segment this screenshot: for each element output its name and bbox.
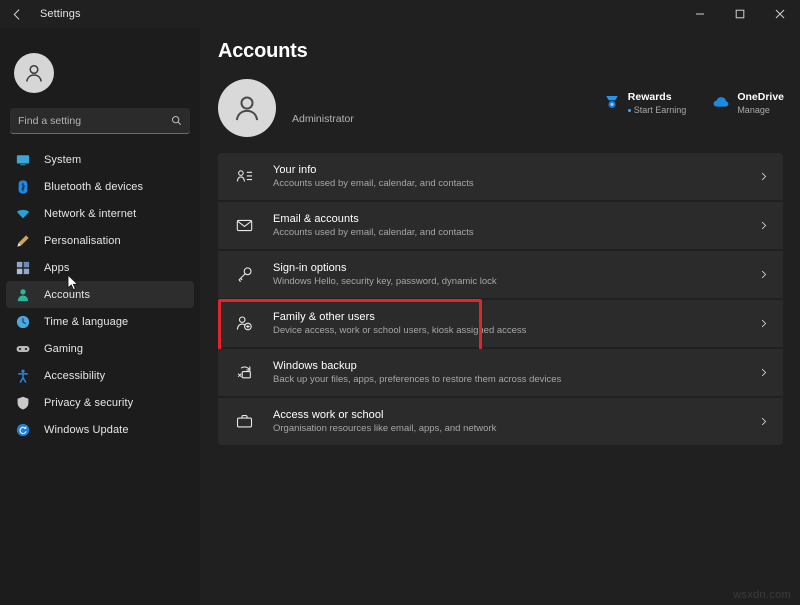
your-info-icon bbox=[233, 166, 255, 188]
page-title: Accounts bbox=[218, 40, 800, 63]
apps-grid-icon bbox=[14, 259, 32, 277]
app-title: Settings bbox=[40, 8, 81, 20]
sidebar-item-personalisation[interactable]: Personalisation bbox=[6, 227, 194, 254]
main-content: Accounts Administrator RewardsStart Earn… bbox=[200, 28, 800, 605]
header-link-title: OneDrive bbox=[737, 91, 784, 104]
person-icon bbox=[14, 286, 32, 304]
chevron-right-icon[interactable] bbox=[758, 367, 769, 378]
sidebar-item-label: Network & internet bbox=[44, 208, 136, 220]
minimize-icon[interactable] bbox=[680, 0, 720, 28]
settings-row[interactable]: Access work or schoolOrganisation resour… bbox=[218, 398, 783, 445]
sidebar-nav: System Bluetooth & devices Network & inter… bbox=[0, 146, 200, 443]
header-link-subtitle-text: Manage bbox=[737, 104, 770, 117]
sidebar-item-accounts[interactable]: Accounts bbox=[6, 281, 194, 308]
maximize-icon[interactable] bbox=[720, 0, 760, 28]
settings-row-title: Sign-in options bbox=[273, 261, 758, 275]
status-dot-icon bbox=[628, 109, 631, 112]
back-arrow-icon[interactable] bbox=[0, 0, 34, 28]
paintbrush-icon bbox=[14, 232, 32, 250]
rewards-medal-icon bbox=[603, 93, 621, 111]
settings-row-title: Windows backup bbox=[273, 359, 758, 373]
settings-row-subtitle: Accounts used by email, calendar, and co… bbox=[273, 177, 758, 190]
header-link-onedrive[interactable]: OneDriveManage bbox=[712, 91, 784, 117]
sidebar: System Bluetooth & devices Network & inter… bbox=[0, 28, 200, 605]
envelope-icon bbox=[233, 215, 255, 237]
onedrive-cloud-icon bbox=[712, 93, 730, 111]
sidebar-item-label: System bbox=[44, 154, 81, 166]
sidebar-item-label: Gaming bbox=[44, 343, 83, 355]
settings-row-title: Access work or school bbox=[273, 408, 758, 422]
user-avatar-icon bbox=[14, 53, 54, 93]
settings-row-subtitle: Back up your files, apps, preferences to… bbox=[273, 373, 758, 386]
clock-icon bbox=[14, 313, 32, 331]
sidebar-item-gaming[interactable]: Gaming bbox=[6, 335, 194, 362]
sidebar-item-label: Accessibility bbox=[44, 370, 105, 382]
chevron-right-icon[interactable] bbox=[758, 220, 769, 231]
user-avatar-icon bbox=[218, 79, 276, 137]
header-link-subtitle-text: Start Earning bbox=[634, 104, 687, 117]
update-refresh-icon bbox=[14, 421, 32, 439]
search-input[interactable] bbox=[18, 115, 171, 127]
sidebar-item-label: Time & language bbox=[44, 316, 128, 328]
sidebar-item-privacy-security[interactable]: Privacy & security bbox=[6, 389, 194, 416]
header-link-subtitle: Manage bbox=[737, 104, 784, 117]
sidebar-item-accessibility[interactable]: Accessibility bbox=[6, 362, 194, 389]
sidebar-item-label: Privacy & security bbox=[44, 397, 133, 409]
family-users-icon bbox=[233, 313, 255, 335]
briefcase-icon bbox=[233, 411, 255, 433]
sidebar-item-label: Apps bbox=[44, 262, 69, 274]
key-icon bbox=[233, 264, 255, 286]
sidebar-item-label: Bluetooth & devices bbox=[44, 181, 143, 193]
sidebar-item-bluetooth-devices[interactable]: Bluetooth & devices bbox=[6, 173, 194, 200]
window-titlebar: Settings bbox=[0, 0, 800, 28]
accessibility-icon bbox=[14, 367, 32, 385]
settings-row-title: Email & accounts bbox=[273, 212, 758, 226]
sidebar-profile[interactable] bbox=[0, 38, 200, 100]
settings-row[interactable]: Email & accountsAccounts used by email, … bbox=[218, 202, 783, 249]
bluetooth-icon bbox=[14, 178, 32, 196]
settings-row[interactable]: Family & other usersDevice access, work … bbox=[218, 300, 783, 347]
account-header: Administrator RewardsStart Earning OneDri… bbox=[218, 77, 800, 139]
settings-row[interactable]: Sign-in optionsWindows Hello, security k… bbox=[218, 251, 783, 298]
settings-row-title: Family & other users bbox=[273, 310, 758, 324]
monitor-icon bbox=[14, 151, 32, 169]
settings-row[interactable]: Your infoAccounts used by email, calenda… bbox=[218, 153, 783, 200]
search-icon bbox=[171, 115, 182, 126]
sidebar-item-label: Personalisation bbox=[44, 235, 121, 247]
backup-sync-icon bbox=[233, 362, 255, 384]
shield-icon bbox=[14, 394, 32, 412]
search-box[interactable] bbox=[10, 108, 190, 134]
sidebar-item-label: Accounts bbox=[44, 289, 90, 301]
sidebar-item-label: Windows Update bbox=[44, 424, 129, 436]
settings-row-subtitle: Organisation resources like email, apps,… bbox=[273, 422, 758, 435]
settings-row-title: Your info bbox=[273, 163, 758, 177]
chevron-right-icon[interactable] bbox=[758, 318, 769, 329]
sidebar-item-windows-update[interactable]: Windows Update bbox=[6, 416, 194, 443]
sidebar-item-apps[interactable]: Apps bbox=[6, 254, 194, 281]
window-controls bbox=[680, 0, 800, 28]
chevron-right-icon[interactable] bbox=[758, 416, 769, 427]
close-icon[interactable] bbox=[760, 0, 800, 28]
header-links: RewardsStart Earning OneDriveManage bbox=[603, 91, 784, 117]
settings-row[interactable]: Windows backupBack up your files, apps, … bbox=[218, 349, 783, 396]
chevron-right-icon[interactable] bbox=[758, 269, 769, 280]
header-link-subtitle: Start Earning bbox=[628, 104, 687, 117]
sidebar-item-system[interactable]: System bbox=[6, 146, 194, 173]
settings-row-subtitle: Windows Hello, security key, password, d… bbox=[273, 275, 758, 288]
gamepad-icon bbox=[14, 340, 32, 358]
account-name: Administrator bbox=[292, 113, 354, 125]
settings-row-subtitle: Accounts used by email, calendar, and co… bbox=[273, 226, 758, 239]
chevron-right-icon[interactable] bbox=[758, 171, 769, 182]
wifi-icon bbox=[14, 205, 32, 223]
header-link-rewards[interactable]: RewardsStart Earning bbox=[603, 91, 687, 117]
watermark: wsxdn.com bbox=[733, 589, 791, 601]
settings-list: Your infoAccounts used by email, calenda… bbox=[218, 153, 783, 445]
header-link-title: Rewards bbox=[628, 91, 687, 104]
sidebar-item-network-internet[interactable]: Network & internet bbox=[6, 200, 194, 227]
settings-row-subtitle: Device access, work or school users, kio… bbox=[273, 324, 758, 337]
sidebar-item-time-language[interactable]: Time & language bbox=[6, 308, 194, 335]
